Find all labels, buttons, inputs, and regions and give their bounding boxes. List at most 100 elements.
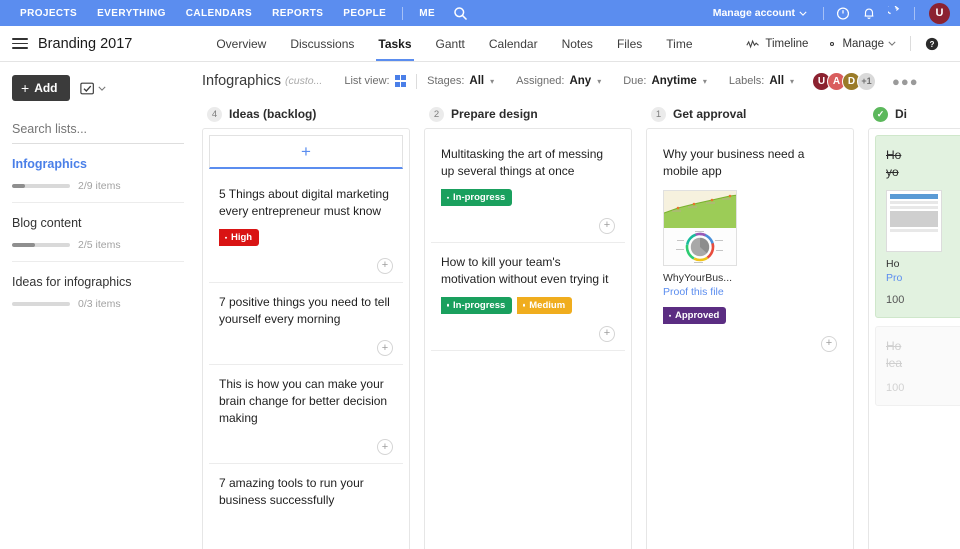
task-card-done[interactable]: Ho lea 100 xyxy=(875,326,960,406)
column-count-badge: 1 xyxy=(651,107,666,122)
chevron-down-icon: ▾ xyxy=(790,77,794,86)
tab-notes[interactable]: Notes xyxy=(550,26,605,61)
task-card[interactable]: This is how you can make your brain chan… xyxy=(209,365,403,464)
list-name: Infographics xyxy=(12,157,184,171)
tab-time[interactable]: Time xyxy=(654,26,704,61)
bell-icon[interactable] xyxy=(856,0,882,26)
status-badge[interactable]: Approved xyxy=(663,307,726,324)
tab-discussions[interactable]: Discussions xyxy=(278,26,366,61)
column-count-badge: 2 xyxy=(429,107,444,122)
completion-percent: 100 xyxy=(886,382,960,394)
proof-file-link[interactable]: Pro xyxy=(886,272,960,284)
task-title: 7 positive things you need to tell yours… xyxy=(219,294,393,328)
nav-everything[interactable]: EVERYTHING xyxy=(87,8,176,19)
chevron-down-icon: ▾ xyxy=(597,77,601,86)
tab-gantt[interactable]: Gantt xyxy=(424,26,477,61)
card-add-icon[interactable]: + xyxy=(599,218,615,234)
list-count: 2/5 items xyxy=(78,239,121,251)
card-add-icon[interactable]: + xyxy=(377,340,393,356)
sidebar-item-infographics[interactable]: Infographics 2/9 items xyxy=(12,144,184,203)
nav-reports[interactable]: REPORTS xyxy=(262,8,333,19)
tag-label: High xyxy=(231,232,252,244)
column-body: Multitasking the art of messing up sever… xyxy=(424,128,632,549)
timer-icon[interactable] xyxy=(830,0,856,26)
progress-fill xyxy=(12,243,35,247)
doc-line xyxy=(890,206,938,209)
manage-account-menu[interactable]: Manage account xyxy=(703,7,817,19)
task-card-done[interactable]: Ho yo Ho Pro 100 xyxy=(875,135,960,318)
filter-due[interactable]: Due: Anytime ▾ xyxy=(623,75,707,87)
list-view-control[interactable]: List view: xyxy=(344,75,406,87)
filter-value: Any xyxy=(569,75,591,87)
status-badge[interactable]: High xyxy=(219,229,259,246)
tag-dot-icon xyxy=(669,314,672,317)
search-icon[interactable] xyxy=(453,6,468,21)
svg-text:?: ? xyxy=(930,40,935,49)
search-input[interactable] xyxy=(12,122,184,136)
ellipsis-icon[interactable]: ●●● xyxy=(892,75,919,88)
task-title: How to kill your team's motivation witho… xyxy=(441,254,615,288)
task-card[interactable]: How to kill your team's motivation witho… xyxy=(431,243,625,351)
document-thumbnail-icon[interactable] xyxy=(886,190,942,252)
grid-view-icon[interactable] xyxy=(395,75,407,87)
status-badge[interactable]: In-progress xyxy=(441,297,512,314)
page-body: + Add Infographics 2/9 items xyxy=(0,62,960,549)
tab-files[interactable]: Files xyxy=(605,26,654,61)
help-button[interactable]: ? xyxy=(916,37,948,51)
tab-calendar[interactable]: Calendar xyxy=(477,26,550,61)
timeline-button[interactable]: Timeline xyxy=(737,38,817,50)
list-count: 2/9 items xyxy=(78,180,121,192)
user-avatar[interactable]: U xyxy=(929,3,950,24)
add-button[interactable]: + Add xyxy=(12,75,70,101)
task-card[interactable]: 7 amazing tools to run your business suc… xyxy=(209,464,403,517)
tag-dot-icon xyxy=(447,304,450,307)
tag-dot-icon xyxy=(447,196,450,199)
filter-stages[interactable]: Stages: All ▾ xyxy=(427,75,494,87)
attachment[interactable]: WhyYourBus... Proof this file xyxy=(663,190,837,298)
nav-divider xyxy=(402,7,403,20)
column-title: Di xyxy=(895,107,907,121)
sidebar-item-ideas-for-infographics[interactable]: Ideas for infographics 0/3 items xyxy=(12,262,184,320)
task-title-line2: lea xyxy=(886,355,960,372)
list-name: Ideas for infographics xyxy=(12,275,184,289)
card-add-icon[interactable]: + xyxy=(821,336,837,352)
avatar-overflow[interactable]: +1 xyxy=(857,72,876,91)
hamburger-icon[interactable] xyxy=(12,38,28,49)
checkbox-dropdown-icon[interactable] xyxy=(80,81,106,96)
column-title: Prepare design xyxy=(451,107,538,121)
infographic-thumbnail-icon[interactable] xyxy=(663,190,737,266)
task-card[interactable]: 7 positive things you need to tell yours… xyxy=(209,283,403,365)
logout-icon[interactable] xyxy=(882,0,908,26)
card-add-icon[interactable]: + xyxy=(377,439,393,455)
proof-file-link[interactable]: Proof this file xyxy=(663,286,837,298)
card-add-icon[interactable]: + xyxy=(377,258,393,274)
task-title: 7 amazing tools to run your business suc… xyxy=(219,475,393,509)
nav-calendars[interactable]: CALENDARS xyxy=(176,8,262,19)
nav-projects[interactable]: PROJECTS xyxy=(10,8,87,19)
list-progress: 2/5 items xyxy=(12,239,184,251)
main-content: Infographics (custo... List view: Stages… xyxy=(196,62,960,549)
task-card[interactable]: 5 Things about digital marketing every e… xyxy=(209,175,403,283)
task-card[interactable]: Why your business need a mobile app xyxy=(653,135,847,360)
manage-menu[interactable]: Manage xyxy=(817,38,905,50)
card-add-icon[interactable]: + xyxy=(599,326,615,342)
tab-overview[interactable]: Overview xyxy=(204,26,278,61)
board-column-get-approval: 1 Get approval Why your business need a … xyxy=(646,100,854,549)
manage-account-label: Manage account xyxy=(713,7,795,19)
filter-labels[interactable]: Labels: All ▾ xyxy=(729,75,794,87)
filter-label: Stages: xyxy=(427,75,464,87)
filter-assigned[interactable]: Assigned: Any ▾ xyxy=(516,75,601,87)
tab-tasks[interactable]: Tasks xyxy=(366,26,423,61)
column-count-badge: 4 xyxy=(207,107,222,122)
task-title: 5 Things about digital marketing every e… xyxy=(219,186,393,220)
add-card-button[interactable]: + xyxy=(209,135,403,169)
tag-dot-icon xyxy=(523,304,526,307)
chevron-down-icon: ▾ xyxy=(703,77,707,86)
status-badge[interactable]: In-progress xyxy=(441,189,512,206)
sidebar-item-blog-content[interactable]: Blog content 2/5 items xyxy=(12,203,184,262)
column-header: 2 Prepare design xyxy=(424,100,632,128)
nav-people[interactable]: PEOPLE xyxy=(333,8,396,19)
task-card[interactable]: Multitasking the art of messing up sever… xyxy=(431,135,625,243)
priority-badge[interactable]: Medium xyxy=(517,297,572,314)
nav-me[interactable]: ME xyxy=(409,8,445,19)
